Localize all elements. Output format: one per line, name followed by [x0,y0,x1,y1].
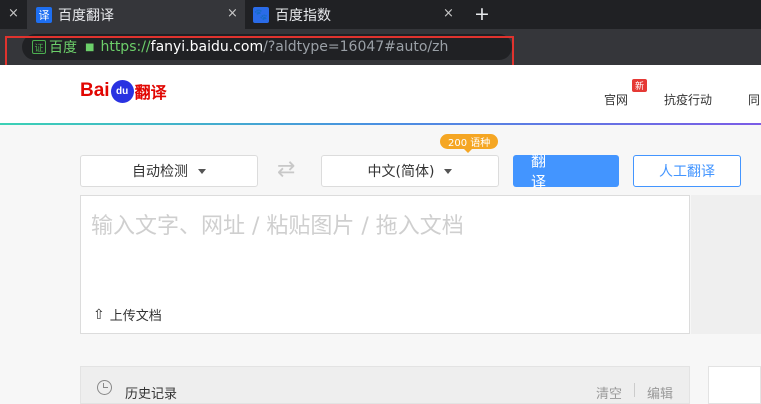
browser-tab-bar: × 译 百度翻译 × 🐾 百度指数 × + [0,0,761,29]
logo-text-fanyi: 翻译 [134,85,167,102]
target-language-value: 中文(简体) [367,164,435,180]
tab-baidu-translate[interactable]: 译 百度翻译 × [27,0,245,29]
source-text-input[interactable]: 输入文字、网址 / 粘贴图片 / 拖入文档 ⇧ 上传文档 [80,195,690,334]
source-language-value: 自动检测 [132,164,188,180]
nav-official-site[interactable]: 官网 [604,91,628,108]
target-language-select[interactable]: 中文(简体) [321,155,499,187]
upload-document-button[interactable]: ⇧ 上传文档 [93,305,162,325]
site-header: Bai du 翻译 官网 新 抗疫行动 同 [0,65,761,124]
close-tab-icon[interactable]: × [227,6,238,21]
side-card [708,366,761,404]
divider [634,383,635,397]
translate-button[interactable]: 翻 译 [513,152,619,191]
input-placeholder: 输入文字、网址 / 粘贴图片 / 拖入文档 [91,214,464,239]
tab-title: 百度指数 [275,7,331,24]
close-tab-icon[interactable]: × [8,6,19,21]
clock-icon [97,380,112,395]
nav-truncated-item[interactable]: 同 [748,91,760,108]
upload-label: 上传文档 [109,309,162,324]
swap-languages-icon[interactable]: ⇄ [277,157,295,182]
language-count-badge: 200 语种 [440,134,499,153]
tab-title: 百度翻译 [58,7,114,24]
history-title: 历史记录 [125,387,178,402]
new-tab-button[interactable]: + [474,3,490,25]
history-clear-button[interactable]: 清空 [596,383,622,402]
nav-covid-action[interactable]: 抗疫行动 [664,91,712,108]
upload-icon: ⇧ [93,306,105,323]
human-translation-button[interactable]: 人工翻译 [633,155,741,187]
logo-text-bai: Bai [80,80,110,101]
history-edit-button[interactable]: 编辑 [647,383,673,402]
close-tab-icon[interactable]: × [443,6,454,21]
tab-baidu-index[interactable]: 🐾 百度指数 × [245,0,461,29]
chevron-down-icon [444,168,453,174]
baidu-translate-logo[interactable]: Bai du 翻译 [80,79,167,103]
header-gradient-divider [0,123,761,125]
baidu-paw-favicon-icon: 🐾 [253,6,269,23]
chevron-down-icon [198,168,206,174]
source-language-select[interactable]: 自动检测 [80,155,258,187]
translation-output-panel [691,195,761,334]
translate-favicon-icon: 译 [36,6,52,23]
new-badge: 新 [632,79,647,92]
history-panel: 历史记录 清空 编辑 [80,366,690,404]
baidu-paw-icon: du [110,79,134,103]
